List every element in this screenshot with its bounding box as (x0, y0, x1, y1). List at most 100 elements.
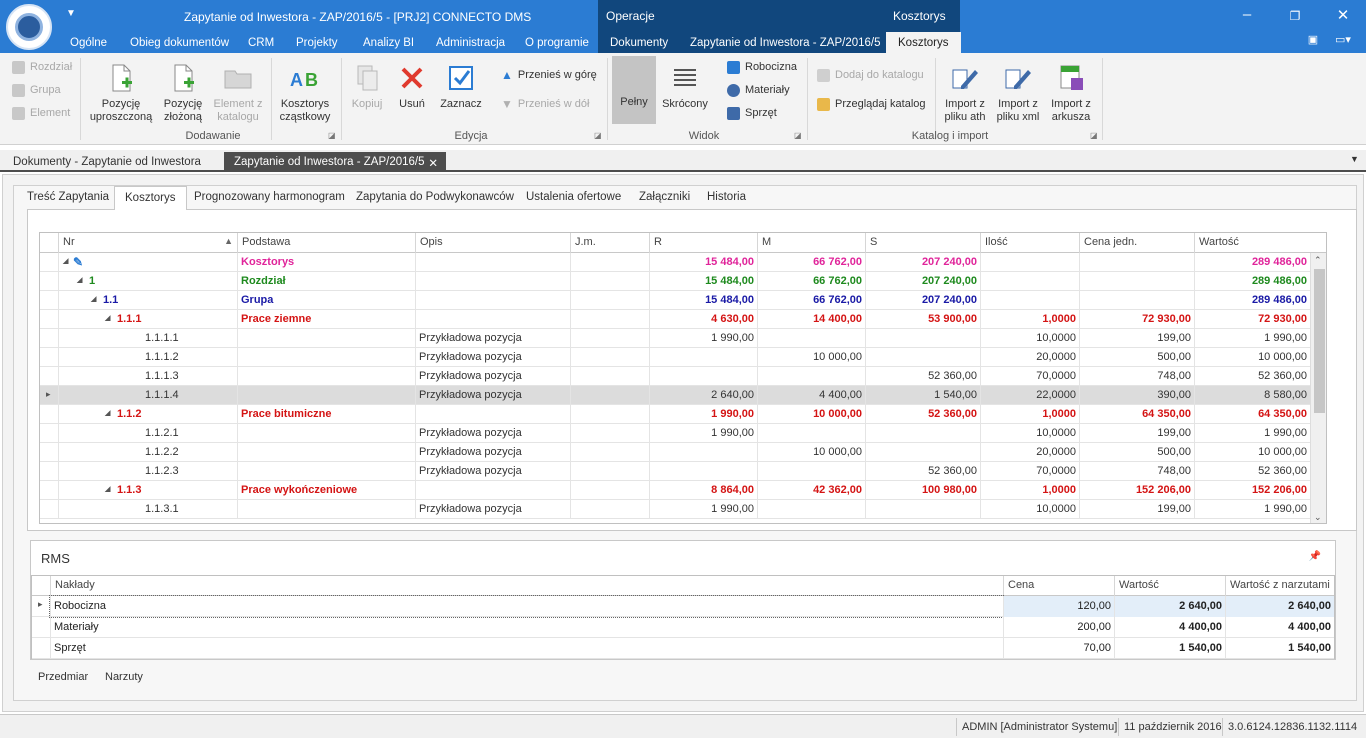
rms-row[interactable]: Sprzęt 70,00 1 540,00 1 540,00 (32, 638, 1334, 659)
add-simple-position-button[interactable]: Pozycję uproszczoną (88, 62, 154, 124)
tab-podwykonawcy[interactable]: Zapytania do Podwykonawców (346, 191, 524, 211)
header-podstawa[interactable]: Podstawa (237, 233, 415, 253)
copy-button[interactable]: Kopiuj (346, 62, 388, 111)
grid-row[interactable]: ◢ ✎ Kosztorys 15 484,00 66 762,00 207 240,00 2… (40, 253, 1310, 272)
minimize-icon[interactable]: – (1235, 6, 1259, 23)
options-icon[interactable]: ▭▾ (1331, 33, 1355, 46)
close-icon[interactable]: ✕ (1331, 6, 1355, 24)
collapse-toggle-icon[interactable]: ◢ (91, 295, 96, 303)
scroll-down-icon[interactable]: ⌄ (1314, 512, 1322, 523)
header-s[interactable]: S (865, 233, 980, 253)
collapse-toggle-icon[interactable]: ◢ (63, 257, 68, 265)
nav-rozdzial[interactable]: Rozdział (12, 59, 72, 75)
app-logo[interactable] (6, 4, 52, 50)
bottom-tab-narzuty[interactable]: Narzuty (105, 671, 143, 683)
cell-cena (1079, 272, 1194, 291)
grid-row[interactable]: ◢ 1.1.3 Prace wykończeniowe 8 864,00 42 362,… (40, 481, 1310, 500)
import-sheet-button[interactable]: Import z arkusza (1046, 62, 1096, 124)
doc-tab-dokumenty[interactable]: Dokumenty - Zapytanie od Inwestora (3, 152, 211, 172)
header-r[interactable]: R (649, 233, 757, 253)
nav-grupa[interactable]: Grupa (12, 82, 61, 98)
materialy-toggle[interactable]: Materiały (727, 82, 790, 98)
tab-zalaczniki[interactable]: Załączniki (629, 191, 700, 211)
collapse-toggle-icon[interactable]: ◢ (77, 276, 82, 284)
dialog-launcher-icon[interactable]: ◪ (594, 131, 602, 140)
rms-header-narzut[interactable]: Wartość z narzutami (1225, 576, 1334, 596)
menu-tab-projekty[interactable]: Projekty (296, 37, 338, 49)
scroll-up-icon[interactable]: ⌃ (1314, 255, 1322, 266)
quick-access-dropdown-icon[interactable]: ▼ (66, 8, 76, 19)
menu-tab-o-programie[interactable]: O programie (525, 37, 589, 49)
collapse-toggle-icon[interactable]: ◢ (105, 314, 110, 322)
menu-tab-dokumenty[interactable]: Dokumenty (610, 37, 668, 49)
nav-element[interactable]: Element (12, 105, 70, 121)
collapse-toggle-icon[interactable]: ◢ (105, 409, 110, 417)
header-nr[interactable]: Nr ▲ (58, 233, 237, 253)
menu-tab-obieg[interactable]: Obieg dokumentów (130, 37, 229, 49)
menu-tab-zapytanie[interactable]: Zapytanie od Inwestora - ZAP/2016/5 (690, 37, 881, 49)
menu-tab-crm[interactable]: CRM (248, 37, 274, 49)
tab-ustalenia[interactable]: Ustalenia ofertowe (516, 191, 631, 211)
view-short-button[interactable]: Skrócony (660, 62, 710, 111)
grid-row[interactable]: 1.1.3.1 Przykładowa pozycja 1 990,00 10,000… (40, 500, 1310, 519)
header-cena[interactable]: Cena jedn. (1079, 233, 1194, 253)
tab-kosztorys[interactable]: Kosztorys (114, 186, 187, 210)
grid-row[interactable]: 1.1.1.2 Przykładowa pozycja 10 000,00 20,00… (40, 348, 1310, 367)
add-complex-position-button[interactable]: Pozycję złożoną (156, 62, 210, 124)
grid-row[interactable]: 1.1.2.3 Przykładowa pozycja 52 360,00 70,00… (40, 462, 1310, 481)
select-button[interactable]: Zaznacz (437, 62, 485, 111)
robocizna-toggle[interactable]: Robocizna (727, 59, 797, 75)
view-full-button[interactable]: Pełny (612, 56, 656, 124)
menu-tab-kosztorys[interactable]: Kosztorys (886, 32, 961, 53)
grid-row[interactable]: ◢ 1.1 Grupa 15 484,00 66 762,00 207 240,00 289… (40, 291, 1310, 310)
header-jm[interactable]: J.m. (570, 233, 649, 253)
pin-icon[interactable]: 📌 (1309, 551, 1321, 562)
browse-catalog-button[interactable]: Przeglądaj katalog (817, 96, 926, 112)
grid-row[interactable]: 1.1.1.3 Przykładowa pozycja 52 360,00 70,00… (40, 367, 1310, 386)
grid-row[interactable]: 1.1.2.2 Przykładowa pozycja 10 000,00 20,00… (40, 443, 1310, 462)
doc-tab-zapytanie[interactable]: Zapytanie od Inwestora - ZAP/2016/5 ✕ (224, 152, 446, 172)
dialog-launcher-icon[interactable]: ◪ (794, 131, 802, 140)
grid-row[interactable]: ▸ 1.1.1.4 Przykładowa pozycja 2 640,00 4 400… (40, 386, 1310, 405)
restore-icon[interactable]: ❐ (1283, 9, 1307, 23)
rms-row[interactable]: ▸ Robocizna 120,00 2 640,00 2 640,00 (32, 595, 1334, 618)
header-m[interactable]: M (757, 233, 865, 253)
dialog-launcher-icon[interactable]: ◪ (328, 131, 336, 140)
add-to-catalog-button[interactable]: Dodaj do katalogu (817, 67, 924, 83)
import-xml-button[interactable]: Import z pliku xml (993, 62, 1043, 124)
move-up-button[interactable]: ▲ Przenieś w górę (501, 67, 597, 83)
grid-vertical-scrollbar[interactable]: ⌃ ⌄ (1310, 253, 1326, 523)
grid-row[interactable]: ◢ 1 Rozdział 15 484,00 66 762,00 207 240,00 28… (40, 272, 1310, 291)
tab-historia[interactable]: Historia (697, 191, 756, 211)
collapse-toggle-icon[interactable]: ◢ (105, 485, 110, 493)
header-opis[interactable]: Opis (415, 233, 570, 253)
element-from-catalog-button[interactable]: Element z katalogu (210, 62, 266, 124)
close-tab-icon[interactable]: ✕ (428, 156, 438, 170)
tab-harmonogram[interactable]: Prognozowany harmonogram (184, 191, 355, 211)
rms-header-naklady[interactable]: Nakłady (50, 576, 1003, 596)
bottom-tab-przedmiar[interactable]: Przedmiar (38, 671, 88, 683)
grid-row[interactable]: 1.1.2.1 Przykładowa pozycja 1 990,00 10,000… (40, 424, 1310, 443)
cell-podstawa (237, 500, 415, 519)
partial-estimate-button[interactable]: AB Kosztorys cząstkowy (276, 62, 334, 124)
rms-row[interactable]: Materiały 200,00 4 400,00 4 400,00 (32, 617, 1334, 638)
rms-header-wartosc[interactable]: Wartość (1114, 576, 1225, 596)
import-ath-button[interactable]: Import z pliku ath (940, 62, 990, 124)
header-ilosc[interactable]: Ilość (980, 233, 1079, 253)
tab-list-dropdown-icon[interactable]: ▼ (1350, 154, 1359, 164)
move-down-button[interactable]: ▼ Przenieś w dół (501, 96, 589, 112)
delete-button[interactable]: Usuń (392, 62, 432, 111)
layout-icon[interactable]: ▣ (1301, 33, 1325, 46)
scroll-thumb[interactable] (1314, 269, 1325, 413)
dialog-launcher-icon[interactable]: ◪ (1090, 131, 1098, 140)
grid-row[interactable]: ◢ 1.1.2 Prace bitumiczne 1 990,00 10 000,00 5… (40, 405, 1310, 424)
tab-tresc[interactable]: Treść Zapytania (17, 191, 119, 211)
menu-tab-analizy[interactable]: Analizy BI (363, 37, 414, 49)
header-wartosc[interactable]: Wartość (1194, 233, 1310, 253)
menu-tab-administracja[interactable]: Administracja (436, 37, 505, 49)
menu-tab-ogolne[interactable]: Ogólne (70, 37, 107, 49)
grid-row[interactable]: 1.1.1.1 Przykładowa pozycja 1 990,00 10,000… (40, 329, 1310, 348)
grid-row[interactable]: ◢ 1.1.1 Prace ziemne 4 630,00 14 400,00 53 90… (40, 310, 1310, 329)
sprzet-toggle[interactable]: Sprzęt (727, 105, 777, 121)
rms-header-cena[interactable]: Cena (1003, 576, 1114, 596)
